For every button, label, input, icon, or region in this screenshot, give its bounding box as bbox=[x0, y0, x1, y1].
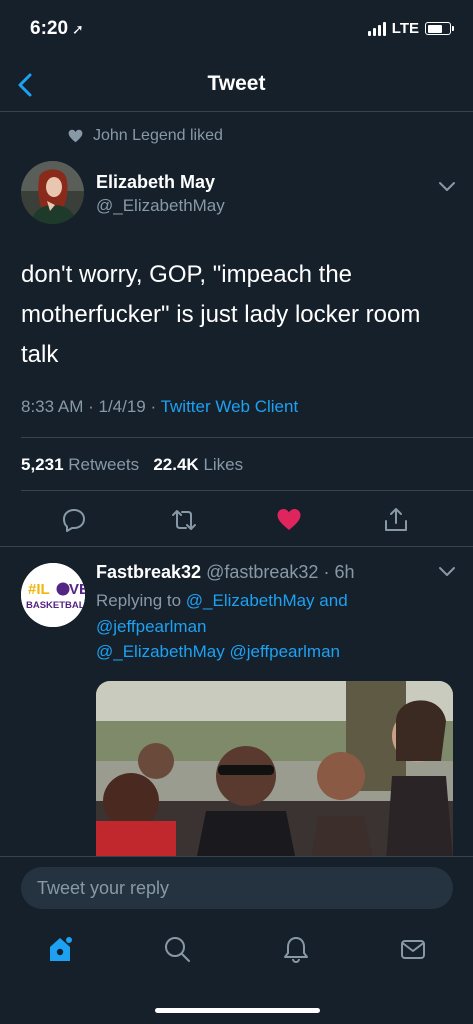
retweets-stat[interactable]: 5,231 Retweets bbox=[21, 455, 139, 474]
divider bbox=[21, 490, 473, 491]
media-image bbox=[96, 681, 453, 861]
reply-media-gif[interactable] bbox=[96, 681, 453, 861]
basketball-logo-avatar: #IL VE BASKETBALL bbox=[21, 563, 85, 627]
tweet-client-link[interactable]: Twitter Web Client bbox=[161, 397, 299, 416]
location-arrow-icon: ➚ bbox=[72, 21, 84, 37]
signal-icon bbox=[367, 21, 386, 36]
tweet-time: 8:33 AM bbox=[21, 397, 84, 416]
share-icon[interactable] bbox=[383, 507, 409, 533]
home-icon[interactable] bbox=[46, 935, 74, 963]
status-time: 6:20 ➚ bbox=[30, 18, 84, 40]
tweet-reply-input[interactable]: Tweet your reply bbox=[21, 867, 453, 909]
reply-text[interactable]: @_ElizabethMay @jeffpearlman bbox=[96, 642, 340, 662]
retweet-icon[interactable] bbox=[171, 507, 197, 533]
tweet-text: don't worry, GOP, "impeach the motherfuc… bbox=[21, 261, 421, 368]
replying-to-prefix: Replying to bbox=[96, 591, 182, 610]
status-indicators: LTE bbox=[367, 20, 454, 37]
social-context: John Legend liked bbox=[68, 127, 223, 145]
social-context-text: John Legend liked bbox=[93, 127, 223, 144]
likes-count: 22.4K bbox=[153, 455, 199, 474]
battery-icon bbox=[425, 22, 454, 35]
reply-icon[interactable] bbox=[61, 507, 87, 533]
notifications-icon[interactable] bbox=[282, 935, 310, 963]
retweets-count: 5,231 bbox=[21, 455, 64, 474]
author-name[interactable]: Elizabeth May bbox=[96, 172, 215, 193]
avatar-image bbox=[21, 161, 84, 224]
divider bbox=[21, 437, 473, 438]
author-handle[interactable]: @_ElizabethMay bbox=[96, 196, 225, 216]
avatar-logo-text-1b: VE bbox=[69, 581, 85, 598]
retweets-label: Retweets bbox=[68, 455, 140, 474]
home-indicator bbox=[155, 1008, 320, 1013]
divider bbox=[0, 546, 473, 547]
replying-to: Replying to @_ElizabethMay and @jeffpear… bbox=[96, 588, 436, 640]
messages-icon[interactable] bbox=[399, 935, 427, 963]
network-label: LTE bbox=[391, 20, 419, 37]
nav-header: Tweet bbox=[0, 58, 473, 112]
reply-author-name[interactable]: Fastbreak32 bbox=[96, 562, 201, 582]
reply-author-line: Fastbreak32 @fastbreak32 · 6h bbox=[96, 562, 355, 582]
like-icon[interactable] bbox=[276, 507, 302, 533]
page-title: Tweet bbox=[207, 72, 266, 95]
reply-author-avatar[interactable]: #IL VE BASKETBALL bbox=[21, 563, 85, 627]
reply-author-handle[interactable]: @fastbreak32 bbox=[206, 562, 318, 582]
reply-options-chevron-icon[interactable] bbox=[438, 566, 456, 578]
replying-to-and: and bbox=[319, 591, 348, 610]
heart-icon bbox=[68, 129, 83, 143]
status-bar: 6:20 ➚ LTE bbox=[0, 0, 473, 58]
likes-stat[interactable]: 22.4K Likes bbox=[153, 455, 243, 474]
avatar-logo-text-1: #IL bbox=[28, 581, 50, 598]
replying-to-user1[interactable]: @_ElizabethMay bbox=[186, 591, 315, 610]
status-time-text: 6:20 bbox=[30, 18, 69, 39]
tweet-options-chevron-icon[interactable] bbox=[438, 181, 456, 193]
search-icon[interactable] bbox=[163, 935, 191, 963]
tweet-date: 1/4/19 bbox=[98, 397, 146, 416]
replying-to-user2[interactable]: @jeffpearlman bbox=[96, 617, 207, 636]
likes-label: Likes bbox=[203, 455, 244, 474]
tweet-meta: 8:33 AM · 1/4/19 · Twitter Web Client bbox=[21, 397, 299, 416]
tweet-stats: 5,231 Retweets 22.4K Likes bbox=[21, 455, 243, 475]
avatar-logo-text-2: BASKETBALL bbox=[26, 600, 85, 611]
reply-age: 6h bbox=[334, 562, 355, 582]
author-avatar[interactable] bbox=[21, 161, 84, 224]
